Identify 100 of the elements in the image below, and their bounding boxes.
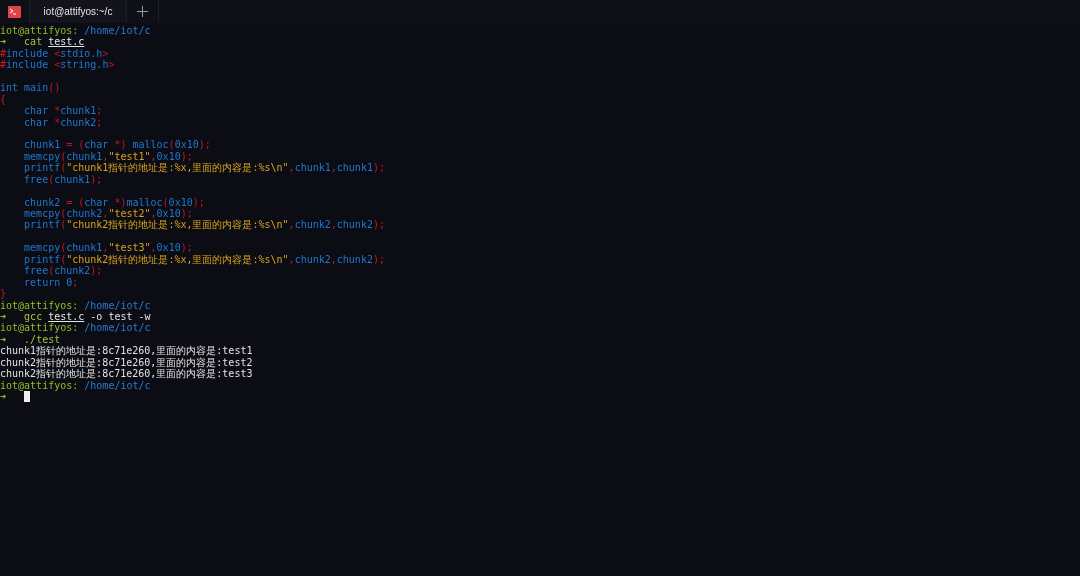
code-text: >: [102, 47, 109, 59]
prompt-arrow: ➜: [0, 391, 7, 402]
code-text: ,: [150, 208, 157, 219]
output-text: chunk1指针的地址是:8c71e260,里面的内容是:test1: [0, 345, 253, 357]
code-text: (: [48, 173, 55, 185]
code-text: }: [0, 288, 7, 300]
code-text: memcpy: [23, 242, 61, 254]
code-text: (: [60, 208, 67, 219]
code-text: chunk1: [294, 162, 331, 174]
code-text: 0x10: [168, 196, 193, 208]
output-text: -o test -w: [89, 310, 151, 322]
code-text: ,: [102, 150, 109, 162]
code-text: free: [23, 173, 49, 185]
file-name: test.c: [48, 310, 85, 322]
code-text: string.h: [60, 59, 109, 71]
code-text: chunk2: [294, 253, 331, 265]
code-text: );: [180, 242, 193, 254]
code-text: include: [6, 47, 50, 59]
code-text: 0x10: [156, 150, 181, 162]
code-text: #: [0, 59, 7, 71]
prompt-user: iot@attifyos:: [0, 25, 79, 36]
code-text: memcpy: [23, 208, 61, 219]
code-text: 0x10: [156, 208, 181, 219]
code-text: = (: [66, 196, 85, 208]
string-literal: "test2": [108, 208, 151, 219]
code-text: (: [60, 219, 67, 231]
command-text: ./test: [23, 333, 61, 345]
code-text: chunk1: [66, 242, 103, 254]
code-text: ,: [102, 208, 109, 219]
command-text: cat: [24, 36, 43, 48]
file-name: test.c: [48, 36, 85, 48]
code-text: (: [60, 162, 67, 174]
code-text: ;: [72, 276, 79, 288]
code-text: chunk1: [60, 105, 97, 117]
code-text: chunk2: [294, 219, 331, 231]
code-text: ,: [288, 253, 295, 265]
code-text: malloc: [132, 139, 169, 151]
terminal-icon[interactable]: [8, 5, 21, 18]
code-text: chunk2: [60, 116, 97, 128]
code-text: chunk1: [23, 139, 62, 151]
code-text: (: [60, 150, 67, 162]
code-text: *: [54, 116, 61, 128]
code-text: chunk1: [336, 162, 373, 174]
code-text: (: [60, 253, 67, 265]
text-cursor: [24, 391, 31, 402]
code-text: <: [54, 59, 61, 71]
code-text: ,: [288, 219, 295, 231]
string-literal: "chunk2指针的地址是:%x,里面的内容是:%s\n": [66, 219, 289, 231]
code-text: );: [180, 208, 193, 219]
code-text: *: [54, 105, 61, 117]
output-text: chunk2指针的地址是:8c71e260,里面的内容是:test3: [0, 368, 253, 380]
code-text: );: [372, 162, 385, 174]
code-text: memcpy: [23, 150, 61, 162]
code-text: printf: [23, 162, 61, 174]
code-text: ;: [96, 105, 103, 117]
string-literal: "test3": [108, 242, 151, 254]
prompt-user: iot@attifyos:: [0, 299, 79, 311]
terminal-tab[interactable]: iot@attifyos:~/c: [30, 0, 127, 23]
code-text: chunk1: [54, 173, 91, 185]
add-tab-icon[interactable]: [137, 6, 148, 17]
code-text: chunk2: [66, 208, 103, 219]
code-text: );: [180, 150, 193, 162]
code-text: malloc: [126, 196, 163, 208]
code-text: );: [192, 196, 205, 208]
code-text: );: [372, 219, 385, 231]
code-text: = (: [66, 139, 85, 151]
code-text: {: [0, 93, 7, 105]
code-text: );: [198, 139, 211, 151]
code-text: printf: [23, 253, 61, 265]
code-text: chunk1: [66, 150, 103, 162]
code-text: #: [0, 47, 7, 59]
code-text: chunk2: [336, 253, 373, 265]
code-text: free: [23, 265, 49, 277]
code-text: *): [114, 196, 127, 208]
code-text: (): [48, 82, 61, 94]
code-text: ,: [150, 242, 157, 254]
code-text: include: [6, 59, 50, 71]
prompt-path: /home/iot/c: [84, 25, 151, 36]
code-text: char: [23, 105, 50, 117]
code-text: ,: [330, 162, 337, 174]
prompt-user: iot@attifyos:: [0, 379, 79, 391]
code-text: );: [372, 253, 385, 265]
code-text: <: [54, 47, 61, 59]
prompt-arrow: ➜: [0, 36, 7, 48]
code-text: int main: [0, 82, 49, 94]
code-text: ,: [150, 150, 157, 162]
code-text: >: [108, 59, 115, 71]
code-text: stdio.h: [60, 47, 103, 59]
code-text: printf: [23, 219, 61, 231]
code-text: (: [162, 196, 169, 208]
code-text: chunk2: [336, 219, 373, 231]
code-text: chunk2: [54, 265, 91, 277]
code-text: char: [23, 116, 50, 128]
prompt-path: /home/iot/c: [83, 379, 151, 391]
code-text: 0x10: [174, 139, 199, 151]
code-text: ,: [288, 162, 295, 174]
code-text: (: [60, 242, 67, 254]
string-literal: "test1": [108, 150, 151, 162]
output-text: chunk2指针的地址是:8c71e260,里面的内容是:test2: [0, 356, 253, 368]
code-text: 0x10: [156, 242, 181, 254]
